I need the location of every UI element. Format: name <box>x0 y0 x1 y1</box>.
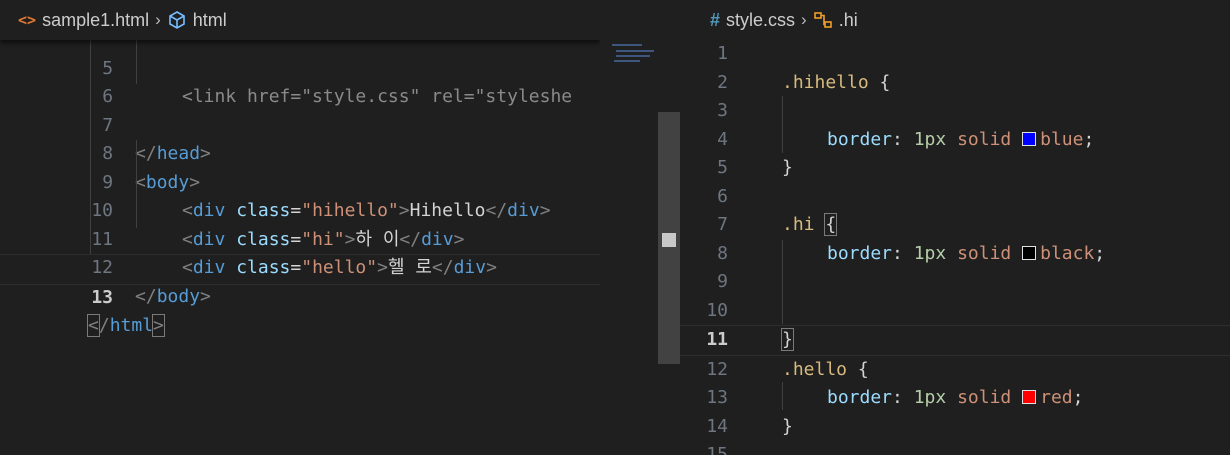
breadcrumb-file[interactable]: sample1.html <box>42 10 149 31</box>
line-number: 11 <box>706 329 728 350</box>
code-text: } <box>782 157 793 178</box>
indent-guide <box>782 240 783 324</box>
line-number: 5 <box>717 157 728 178</box>
code-line-active: 11} <box>680 325 1230 356</box>
breadcrumb-file[interactable]: style.css <box>726 10 795 31</box>
scroll-position-marker <box>662 233 676 247</box>
cube-icon <box>168 11 185 29</box>
hash-icon: # <box>710 9 721 30</box>
code-line: 15 <box>680 441 1230 455</box>
line-number: 15 <box>706 444 728 455</box>
code-line: 6 <box>680 183 1230 212</box>
code-line: 13 border: 1px solid red; <box>680 384 1230 413</box>
code-line: 7 .hi { <box>680 211 1230 240</box>
code-text: } <box>781 328 794 351</box>
selector-icon <box>813 12 832 28</box>
code-line: 8 border: 1px solid black; <box>680 240 1230 269</box>
indent-guide <box>136 40 137 84</box>
line-number: 8 <box>717 242 728 264</box>
code-line: 14} <box>680 413 1230 442</box>
breadcrumb-symbol[interactable]: .hi <box>839 10 858 31</box>
code-text: border: 1px solid black; <box>827 242 1106 264</box>
indent-guide <box>782 96 783 153</box>
line-number: 13 <box>706 387 728 408</box>
css-editor-pane[interactable]: # style.css › .hi 1 2 .hihello { 3 4 borde… <box>680 0 1230 455</box>
html-editor-pane[interactable]: <> sample1.html › html 5 <link href="sty… <box>0 0 600 455</box>
chevron-right-icon: › <box>155 10 161 29</box>
code-icon: <> <box>18 11 37 29</box>
line-number: 2 <box>717 71 728 93</box>
code-text: </html> <box>87 314 165 337</box>
line-number: 12 <box>706 358 728 380</box>
breadcrumb-html: <> sample1.html › html <box>0 0 600 40</box>
code-text: .hihello { <box>782 71 891 93</box>
line-number: 14 <box>706 415 728 437</box>
code-text: .hi { <box>782 213 838 236</box>
minimap[interactable] <box>612 40 660 64</box>
indent-guide <box>782 382 783 410</box>
code-text: border: 1px solid blue; <box>827 128 1095 150</box>
code-line: 9 <box>680 268 1230 297</box>
line-number: 7 <box>717 214 728 235</box>
code-line: 1 <box>680 40 1230 69</box>
code-text: border: 1px solid red; <box>827 387 1084 408</box>
line-number: 9 <box>717 271 728 292</box>
code-line: 12 .hello { <box>680 356 1230 385</box>
chevron-right-icon: › <box>801 10 807 29</box>
color-swatch-blue[interactable] <box>1022 131 1037 146</box>
line-number: 6 <box>717 185 728 207</box>
code-line: 5} <box>680 154 1230 183</box>
line-number: 1 <box>717 43 728 64</box>
color-swatch-black[interactable] <box>1022 245 1037 260</box>
line-number: 13 <box>91 286 114 308</box>
line-number: 10 <box>706 299 728 321</box>
code-line: 3 <box>680 97 1230 126</box>
line-number: 3 <box>717 100 728 121</box>
code-line: 10 <box>680 297 1230 326</box>
code-text: .hello { <box>782 358 869 380</box>
css-code[interactable]: 1 2 .hihello { 3 4 border: 1px solid blue;… <box>680 40 1230 455</box>
indent-guide <box>90 40 91 254</box>
code-line: 2 .hihello { <box>680 69 1230 98</box>
code-line-active: 13 </html> <box>0 254 600 337</box>
breadcrumb-css: # style.css › .hi <box>680 0 1230 40</box>
code-text: } <box>782 415 793 437</box>
indent-guide <box>136 140 137 228</box>
breadcrumb-symbol[interactable]: html <box>193 10 227 31</box>
color-swatch-red[interactable] <box>1022 390 1037 404</box>
line-number: 4 <box>717 128 728 150</box>
code-text: </body> <box>135 285 211 307</box>
code-line: 4 border: 1px solid blue; <box>680 126 1230 155</box>
